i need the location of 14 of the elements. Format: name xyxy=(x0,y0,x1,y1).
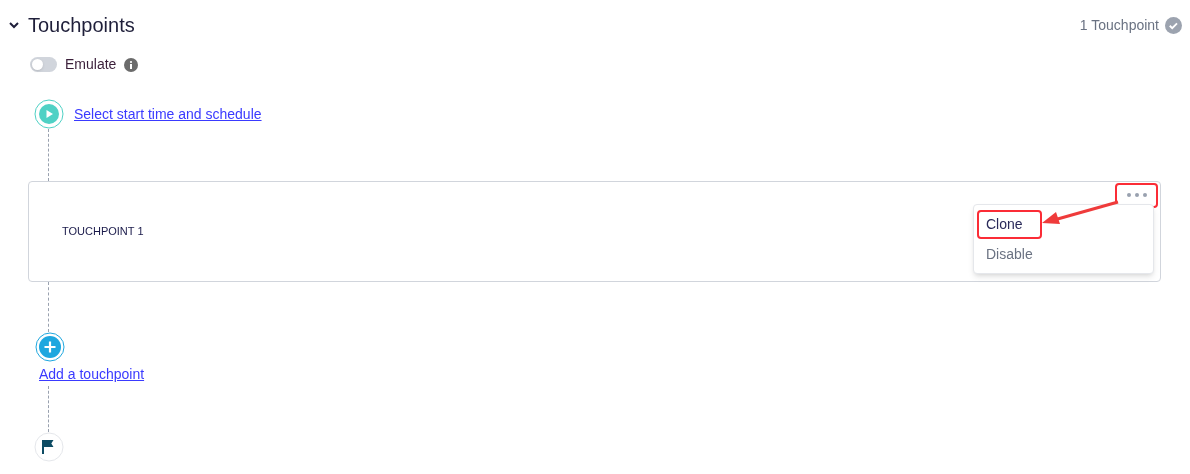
flag-icon xyxy=(34,432,64,462)
section-title: Touchpoints xyxy=(28,13,135,38)
info-icon xyxy=(124,57,139,72)
touchpoint-label: TOUCHPOINT 1 xyxy=(62,224,144,240)
add-icon[interactable] xyxy=(35,332,65,362)
play-icon xyxy=(34,99,64,129)
add-touchpoint-link[interactable]: Add a touchpoint xyxy=(39,366,145,382)
emulate-toggle[interactable] xyxy=(30,57,57,72)
touchpoint-count: 1 Touchpoint xyxy=(1079,15,1159,35)
menu-item[interactable]: Clone xyxy=(974,209,1153,239)
check-circle-icon xyxy=(1165,16,1182,34)
schedule-link[interactable]: Select start time and schedule xyxy=(74,103,262,125)
chevron-icon[interactable] xyxy=(8,19,20,31)
emulate-label: Emulate xyxy=(65,55,117,74)
